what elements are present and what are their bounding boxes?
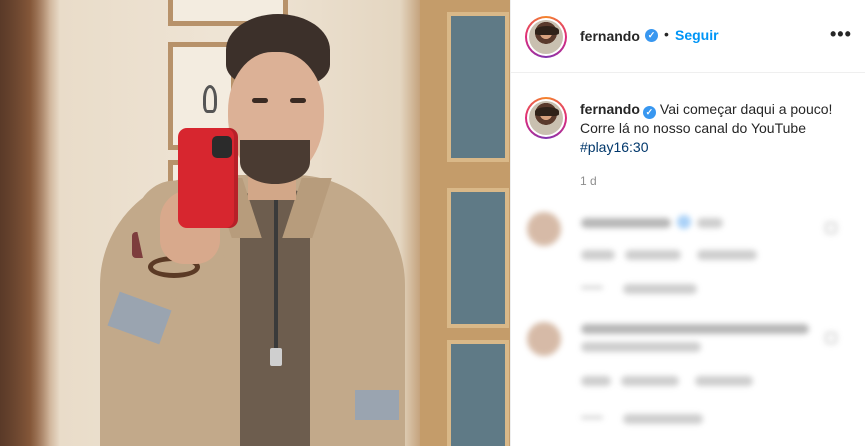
door-panel	[447, 188, 509, 328]
caption-username[interactable]: fernando	[580, 101, 640, 117]
person-eye	[252, 98, 268, 103]
photo-shadow	[0, 0, 50, 446]
replies-text-blur	[623, 284, 697, 294]
post-timestamp[interactable]: 1 d	[580, 174, 597, 188]
avatar-ring	[527, 99, 565, 137]
post-caption: fernando ✓ Vai começar daqui a pouco! Corr…	[580, 100, 842, 157]
replies-line-blur	[581, 416, 603, 419]
comment-avatar	[527, 212, 561, 246]
person-beard	[240, 140, 310, 184]
like-heart-icon	[825, 222, 837, 234]
necklace	[274, 200, 278, 350]
verified-badge-icon	[677, 215, 691, 229]
verified-badge-icon: ✓	[645, 29, 658, 42]
phone-camera	[212, 136, 232, 158]
like-heart-icon	[825, 332, 837, 344]
comment-text-blur	[697, 218, 723, 228]
comment-username-blur	[581, 218, 671, 228]
follow-button[interactable]: Seguir	[675, 27, 719, 43]
verified-badge-icon: ✓	[642, 106, 656, 119]
person-eye	[290, 98, 306, 103]
post-header: fernando ✓ • Seguir •••	[511, 0, 865, 73]
sleeve-stripe	[355, 390, 399, 420]
avatar-image	[529, 20, 563, 54]
post-details-panel: fernando ✓ • Seguir ••• fernando ✓ Vai com…	[510, 0, 865, 446]
comment-meta-blur	[625, 250, 681, 260]
author-username[interactable]: fernando	[580, 28, 640, 44]
comment-text-blur	[581, 324, 809, 334]
blurred-comments	[511, 196, 865, 446]
door-panel	[447, 12, 509, 162]
comment-meta-blur	[581, 250, 615, 260]
caption-author-avatar[interactable]	[525, 97, 567, 139]
more-horizontal-icon[interactable]: •••	[830, 25, 852, 43]
post-photo[interactable]	[0, 0, 510, 446]
door-panel	[447, 340, 509, 446]
comment-text-blur	[581, 342, 701, 352]
avatar-image	[529, 101, 563, 135]
comment-meta-blur	[581, 376, 611, 386]
replies-line-blur	[581, 286, 603, 289]
author-avatar[interactable]	[525, 16, 567, 58]
hashtag-link[interactable]: #play16:30	[580, 139, 649, 155]
dog-tag	[270, 348, 282, 366]
separator-dot: •	[664, 26, 669, 42]
vase-drawing	[203, 85, 217, 113]
replies-text-blur	[623, 414, 703, 424]
comment-avatar	[527, 322, 561, 356]
comment-meta-blur	[697, 250, 757, 260]
comment-meta-blur	[695, 376, 753, 386]
comment-meta-blur	[621, 376, 679, 386]
avatar-ring	[527, 18, 565, 56]
